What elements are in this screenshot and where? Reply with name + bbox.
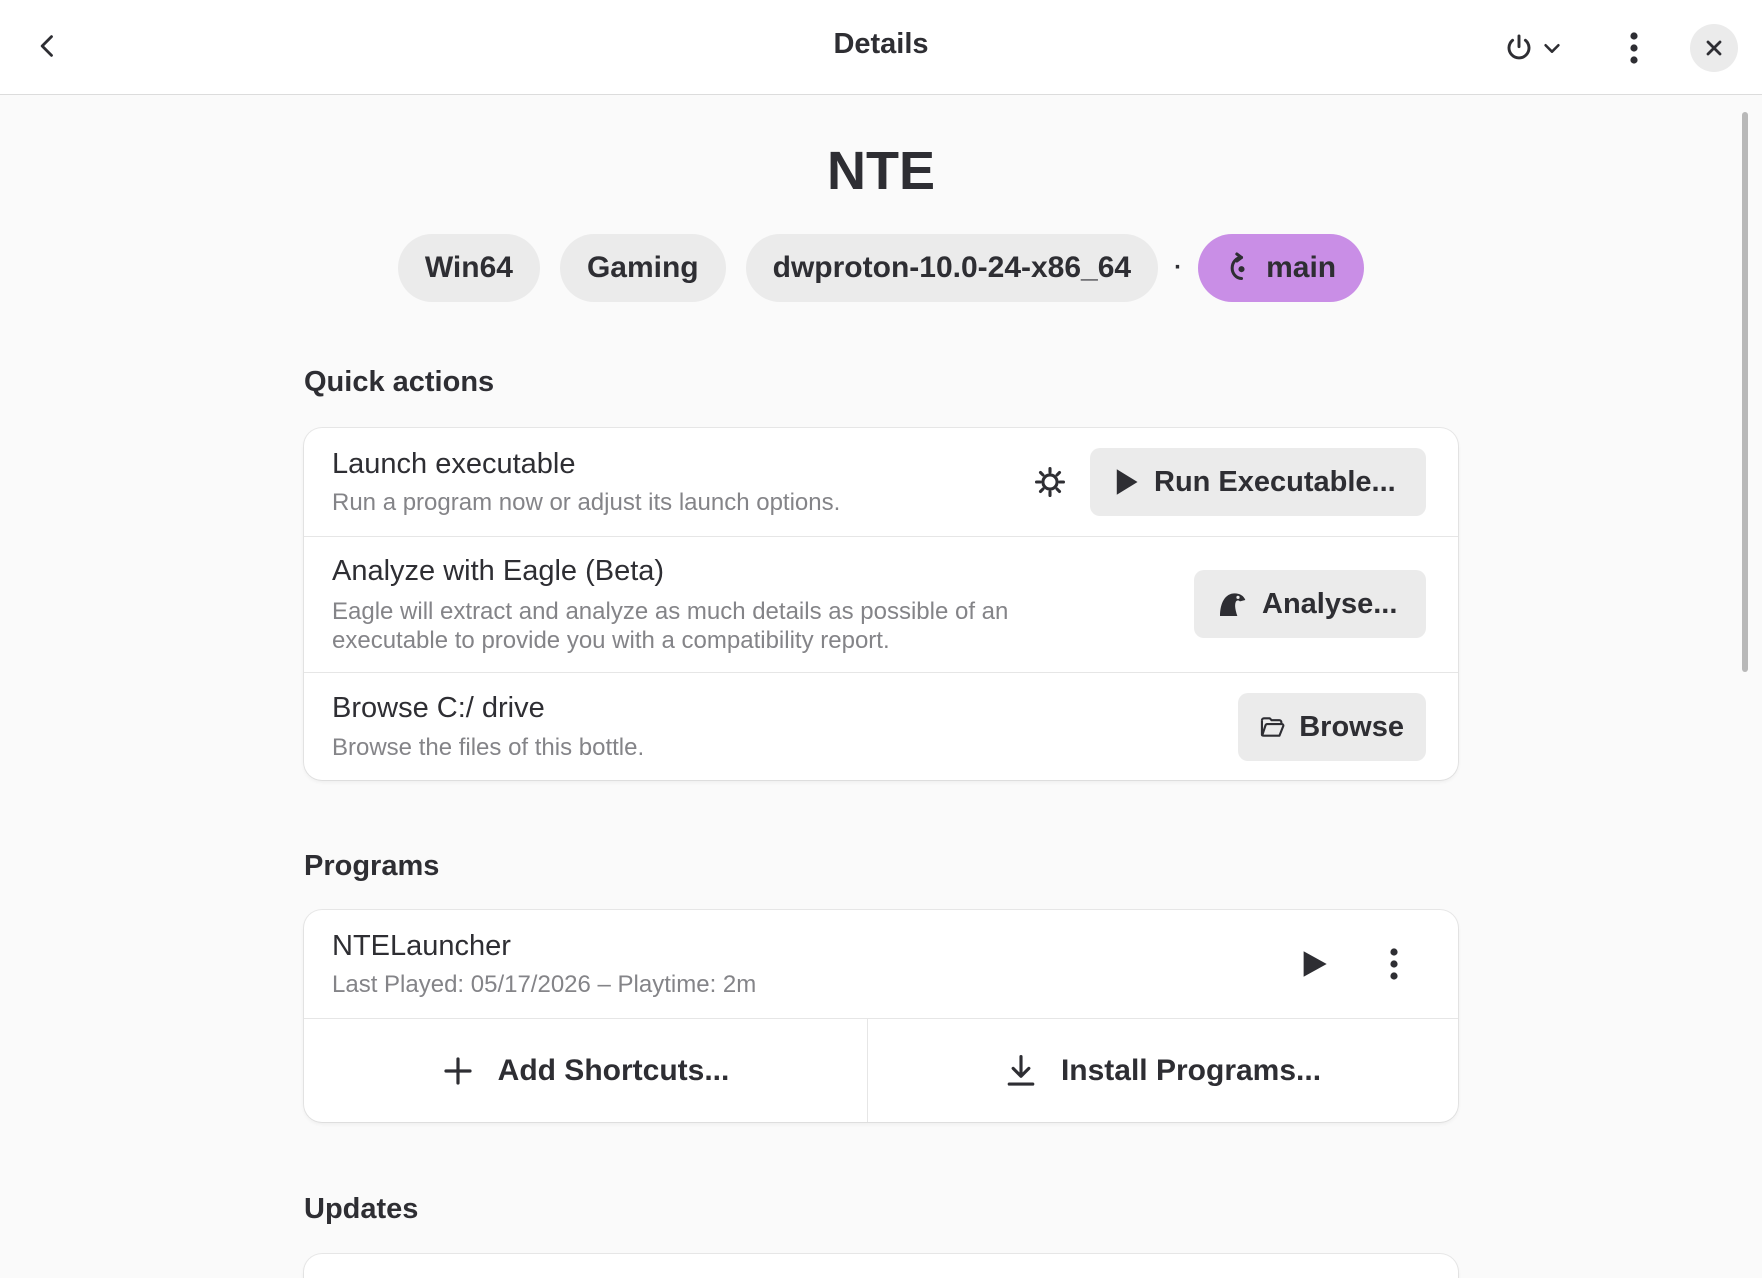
bottle-name: NTE — [827, 141, 935, 201]
launch-executable-title: Launch executable — [332, 448, 576, 480]
launch-options-button[interactable] — [1024, 456, 1076, 508]
launch-executable-row: Launch executable Run a program now or a… — [304, 428, 1458, 536]
eagle-icon — [1220, 593, 1246, 616]
runner-chip: dwproton-10.0-24-x86_64 — [745, 234, 1159, 302]
main-menu-button[interactable] — [1608, 20, 1660, 76]
chevron-down-icon — [1544, 43, 1560, 53]
plus-icon — [444, 1057, 472, 1085]
quick-actions-card: Launch executable Run a program now or a… — [304, 428, 1458, 780]
programs-card: NTELauncher Last Played: 05/17/2026 – Pl… — [304, 910, 1458, 1122]
gear-icon — [1034, 466, 1066, 498]
install-programs-label: Install Programs... — [1060, 1054, 1322, 1087]
branch-restore-icon — [1230, 252, 1245, 281]
environment-chip: Gaming — [559, 234, 726, 302]
program-row[interactable]: NTELauncher Last Played: 05/17/2026 – Pl… — [304, 910, 1458, 1018]
browse-drive-row: Browse C:/ drive Browse the files of thi… — [304, 672, 1458, 780]
quick-actions-heading: Quick actions — [304, 366, 495, 398]
folder-open-icon — [1260, 717, 1285, 737]
close-icon — [1706, 40, 1722, 56]
program-name: NTELauncher — [332, 930, 511, 962]
branch-chip[interactable]: main — [1198, 234, 1365, 302]
power-icon — [1507, 34, 1531, 60]
close-button[interactable] — [1690, 24, 1738, 72]
analyze-eagle-title: Analyze with Eagle (Beta) — [332, 555, 665, 587]
browse-label: Browse — [1299, 710, 1404, 743]
bottle-info-chips: Win64 Gaming dwproton-10.0-24-x86_64 · m… — [0, 234, 1762, 302]
arch-chip: Win64 — [397, 234, 540, 302]
browse-drive-title: Browse C:/ drive — [332, 692, 545, 724]
programs-heading: Programs — [304, 850, 440, 882]
run-executable-label: Run Executable... — [1154, 465, 1396, 498]
analyse-button[interactable]: Analyse... — [1194, 570, 1426, 638]
vertical-dots-icon — [1390, 948, 1398, 980]
program-actions: Add Shortcuts... Install Programs... — [304, 1018, 1458, 1122]
launch-executable-subtitle: Run a program now or adjust its launch o… — [332, 489, 841, 516]
chip-separator: · — [1174, 254, 1183, 281]
bottle-details-window: Details NTE Win64 Gaming dwproton-10.0-2… — [0, 0, 1762, 1278]
play-icon — [1116, 469, 1138, 495]
install-programs-button[interactable]: Install Programs... — [868, 1019, 1458, 1122]
browse-button[interactable]: Browse — [1238, 693, 1426, 761]
updates-card — [304, 1254, 1458, 1278]
analyze-eagle-subtitle-line1: Eagle will extract and analyze as much d… — [332, 598, 1009, 625]
add-shortcuts-button[interactable]: Add Shortcuts... — [304, 1019, 868, 1122]
browse-drive-subtitle: Browse the files of this bottle. — [332, 734, 645, 761]
analyze-eagle-subtitle-line2: executable to provide you with a compati… — [332, 627, 890, 654]
add-shortcuts-label: Add Shortcuts... — [497, 1054, 730, 1087]
download-icon — [1007, 1055, 1035, 1086]
updates-heading: Updates — [304, 1193, 419, 1225]
run-executable-button[interactable]: Run Executable... — [1090, 448, 1426, 516]
vertical-dots-icon — [1630, 32, 1638, 64]
program-menu-button[interactable] — [1368, 938, 1420, 990]
analyze-eagle-row: Analyze with Eagle (Beta) Eagle will ext… — [304, 536, 1458, 672]
program-details: Last Played: 05/17/2026 – Playtime: 2m — [332, 971, 757, 998]
branch-label: main — [1266, 251, 1337, 284]
analyse-label: Analyse... — [1262, 587, 1398, 620]
header-bar: Details — [0, 0, 1762, 95]
play-icon — [1303, 951, 1327, 977]
run-program-button[interactable] — [1288, 938, 1340, 990]
power-menu-button[interactable] — [1488, 20, 1578, 76]
